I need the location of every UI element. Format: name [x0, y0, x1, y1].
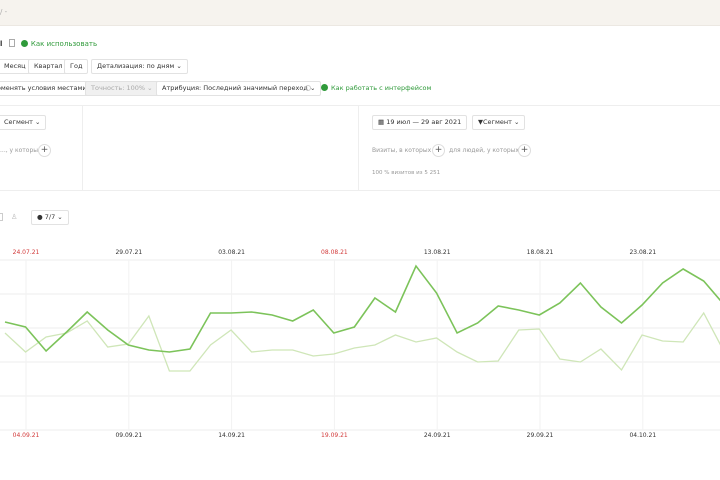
x-tick-label: 29.09.21 [526, 432, 554, 439]
x-tick-label: 18.08.21 [526, 249, 554, 256]
x-tick-label: 19.09.21 [321, 432, 348, 439]
line-chart [0, 259, 720, 431]
x-tick-label: 04.09.21 [12, 432, 40, 439]
x-tick-label: 29.07.21 [115, 249, 143, 256]
x-tick-label: 14.09.21 [218, 432, 245, 439]
x-tick-label: 24.09.21 [423, 432, 451, 439]
x-tick-label: 13.08.21 [423, 249, 451, 256]
x-tick-label: 24.07.21 [12, 249, 40, 256]
x-tick-label: 23.08.21 [629, 249, 657, 256]
x-tick-label: 09.09.21 [115, 432, 143, 439]
x-tick-label: 03.08.21 [218, 249, 245, 256]
x-tick-label: 08.08.21 [321, 249, 348, 256]
series-line-1 [4, 264, 720, 353]
x-tick-label: 04.10.21 [629, 432, 657, 439]
